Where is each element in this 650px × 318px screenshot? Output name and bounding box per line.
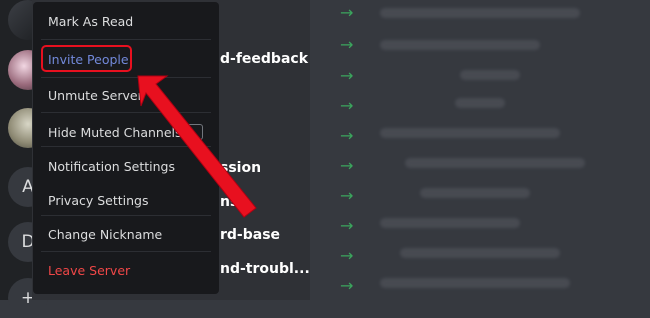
annotation-arrow-icon <box>137 75 257 218</box>
